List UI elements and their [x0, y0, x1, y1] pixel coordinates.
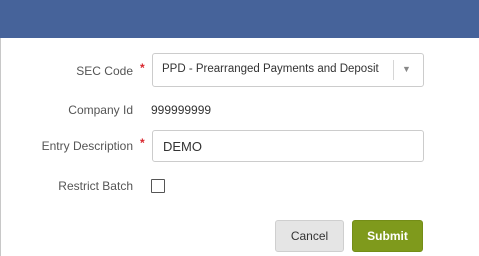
restrict-batch-label: Restrict Batch: [58, 179, 133, 193]
sec-code-label: SEC Code: [76, 64, 133, 78]
entry-description-required-mark: *: [140, 136, 145, 150]
chevron-down-icon[interactable]: ▼: [402, 64, 411, 74]
sec-code-required-mark: *: [140, 61, 145, 75]
restrict-batch-checkbox[interactable]: [151, 179, 165, 193]
entry-description-label: Entry Description: [41, 139, 133, 153]
entry-description-input[interactable]: [152, 130, 424, 162]
sec-code-selected-value: PPD - Prearranged Payments and Deposit: [162, 63, 379, 75]
select-divider: [393, 60, 394, 80]
sec-code-select[interactable]: PPD - Prearranged Payments and Deposit ▼: [152, 53, 424, 87]
dialog-border: [0, 38, 1, 256]
cancel-button[interactable]: Cancel: [275, 220, 344, 252]
company-id-value: 999999999: [151, 103, 212, 117]
company-id-label: Company Id: [68, 103, 133, 117]
batch-dialog: SEC Code * PPD - Prearranged Payments an…: [0, 0, 479, 256]
submit-button[interactable]: Submit: [352, 220, 423, 252]
dialog-header: [0, 0, 479, 38]
